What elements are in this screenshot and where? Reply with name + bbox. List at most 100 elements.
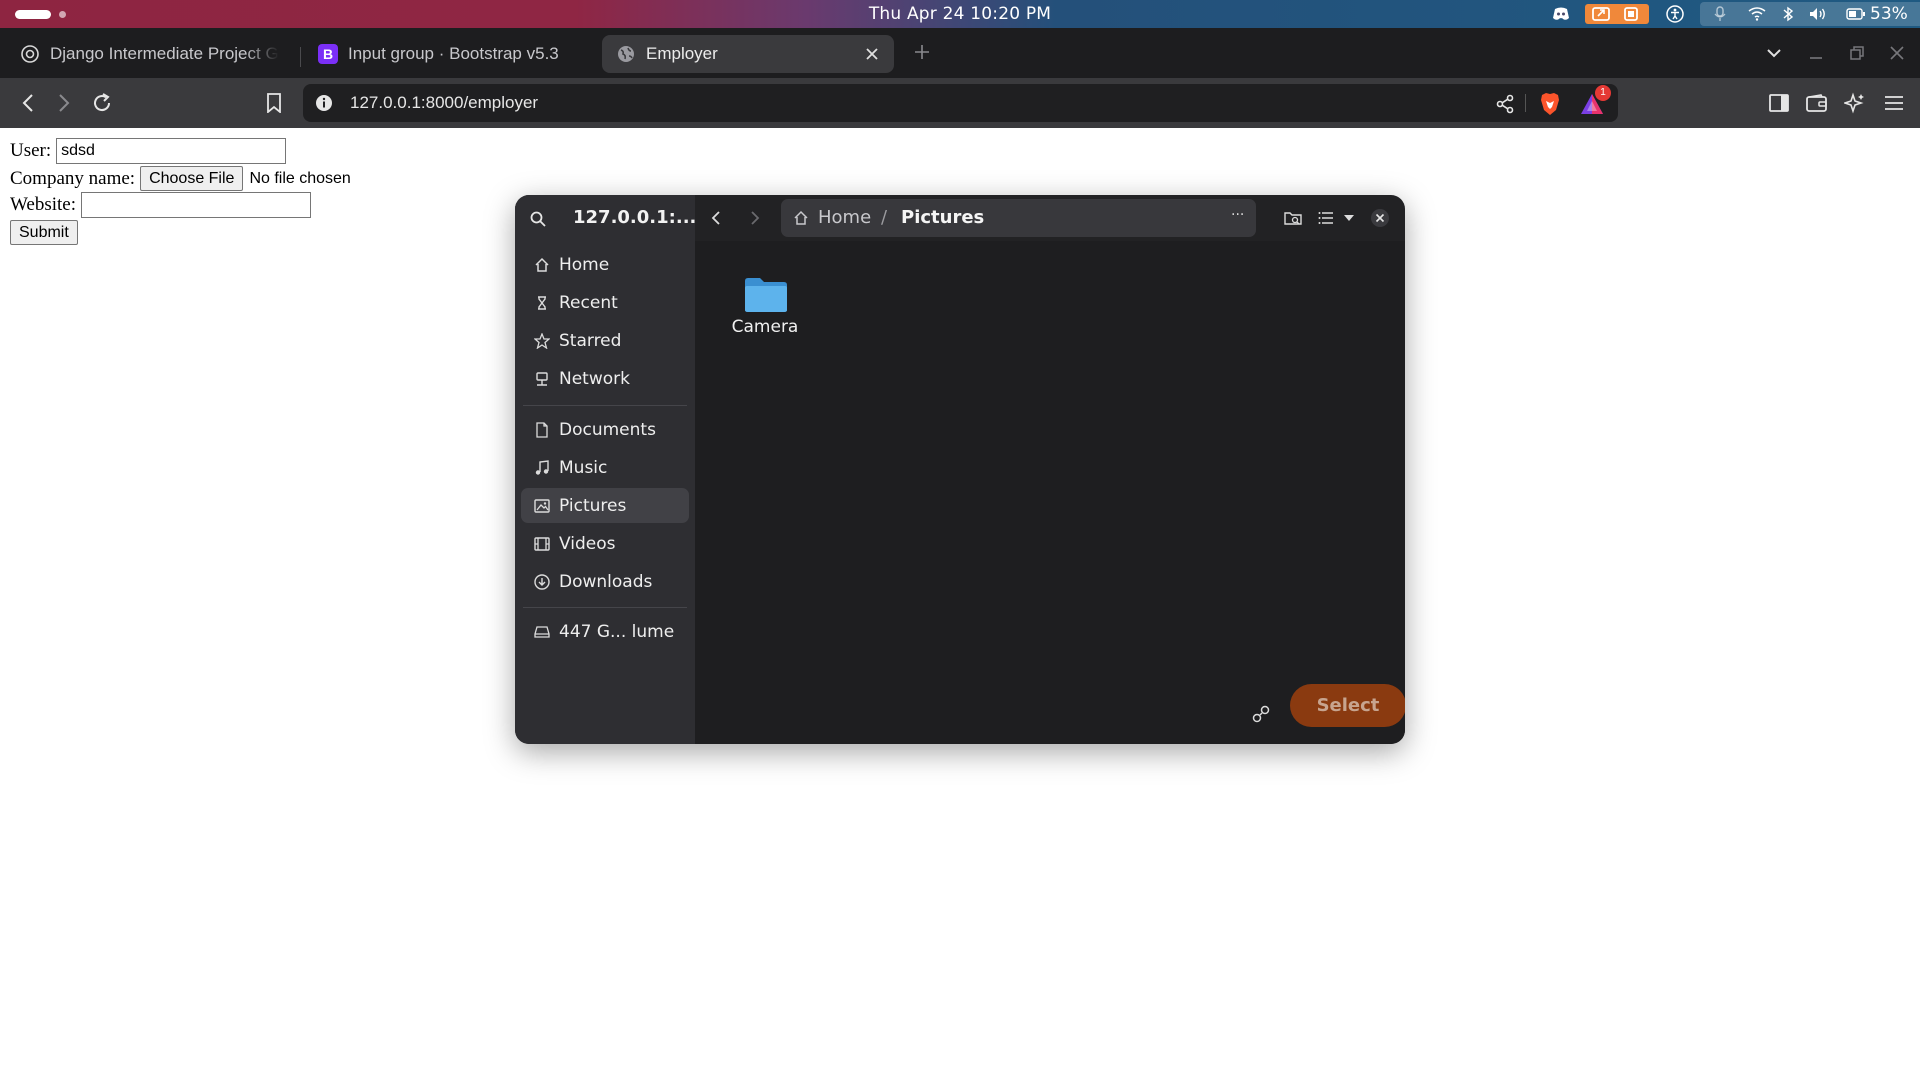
- dialog-title: 127.0.0.1:...: [573, 207, 697, 228]
- forward-icon[interactable]: [744, 207, 766, 229]
- file-name: Camera: [731, 317, 799, 337]
- folder-icon: [745, 278, 787, 312]
- forward-icon[interactable]: [52, 91, 76, 115]
- os-top-bar: Thu Apr 24 10:20 PM 53%: [0, 0, 1920, 28]
- wifi-icon: [1748, 7, 1766, 21]
- sidebar-item-label: Videos: [559, 533, 616, 554]
- recent-icon: [533, 294, 551, 312]
- wallet-icon[interactable]: [1805, 91, 1829, 115]
- sidebar-item-label: Recent: [559, 292, 618, 313]
- tab-separator: [300, 47, 301, 67]
- bookmark-icon[interactable]: [262, 91, 286, 115]
- sidebar-item-music[interactable]: Music: [521, 450, 689, 485]
- sidebar-item-recent[interactable]: Recent: [521, 285, 689, 320]
- notification-badge: 1: [1595, 85, 1611, 101]
- link-icon[interactable]: [1250, 703, 1272, 725]
- drive-icon: [533, 623, 551, 641]
- search-icon[interactable]: [529, 210, 547, 228]
- submit-button[interactable]: Submit: [10, 220, 78, 245]
- dialog-footer: Select: [695, 681, 1405, 744]
- document-icon: [533, 421, 551, 439]
- company-name-label: Company name:: [10, 167, 136, 189]
- download-icon: [533, 573, 551, 591]
- list-view-icon[interactable]: [1315, 207, 1337, 229]
- brave-shields-icon[interactable]: [1539, 92, 1561, 116]
- sidebar-item-network[interactable]: Network: [521, 361, 689, 396]
- star-icon: [533, 332, 551, 350]
- more-options-button[interactable]: ···: [1231, 207, 1244, 223]
- sidebar-divider: [523, 607, 687, 608]
- sidebar-toggle-icon[interactable]: [1767, 91, 1791, 115]
- minimize-icon[interactable]: [1806, 43, 1826, 63]
- close-tab-icon[interactable]: [862, 44, 882, 64]
- leo-ai-icon[interactable]: [1843, 91, 1867, 115]
- sidebar-item-documents[interactable]: Documents: [521, 412, 689, 447]
- website-label: Website:: [10, 194, 77, 215]
- places-sidebar: 127.0.0.1:... Home Recent Starred Networ…: [515, 195, 697, 744]
- accessibility-icon[interactable]: [1664, 4, 1686, 24]
- new-tab-icon[interactable]: [912, 42, 932, 62]
- address-bar[interactable]: 127.0.0.1:8000/employer 1: [303, 84, 1618, 122]
- website-input[interactable]: [81, 192, 312, 218]
- sidebar-item-label: Pictures: [559, 495, 627, 516]
- file-list: Camera: [695, 241, 1405, 681]
- sidebar-item-pictures[interactable]: Pictures: [521, 488, 689, 523]
- sidebar-item-label: 447 G... lume: [559, 621, 675, 642]
- tab-list-chevron-down-icon[interactable]: [1764, 43, 1784, 63]
- video-icon: [533, 535, 551, 553]
- url-text[interactable]: 127.0.0.1:8000/employer: [350, 93, 538, 113]
- dialog-header: Home / Pictures ···: [695, 195, 1405, 241]
- user-label: User:: [10, 140, 52, 161]
- music-icon: [533, 459, 551, 477]
- tab-label: Input group · Bootstrap v5.3: [348, 44, 559, 63]
- company-row: Company name: Choose File No file chosen: [10, 166, 351, 191]
- sidebar-item-label: Network: [559, 368, 630, 389]
- share-icon[interactable]: [1495, 94, 1515, 114]
- path-home-button[interactable]: Home: [818, 207, 871, 228]
- microphone-icon: [1714, 6, 1726, 21]
- screen-recording-indicator[interactable]: [1585, 4, 1649, 24]
- sidebar-item-volume[interactable]: 447 G... lume: [521, 614, 689, 649]
- path-current-button[interactable]: Pictures: [901, 207, 984, 228]
- tab-django-project[interactable]: Django Intermediate Project G: [20, 35, 285, 73]
- sidebar-item-label: Documents: [559, 419, 656, 440]
- file-status-text: No file chosen: [249, 169, 351, 187]
- back-icon[interactable]: [705, 207, 727, 229]
- select-button[interactable]: Select: [1290, 684, 1405, 727]
- reload-icon[interactable]: [90, 91, 114, 115]
- path-separator: /: [881, 207, 888, 228]
- website-row: Website:: [10, 192, 312, 218]
- bluetooth-icon: [1783, 6, 1794, 22]
- view-options-chevron-down-icon[interactable]: [1338, 207, 1360, 229]
- battery-percentage: 53%: [1870, 4, 1908, 24]
- svg-text:B: B: [323, 46, 333, 62]
- sidebar-item-home[interactable]: Home: [521, 247, 689, 282]
- network-icon: [533, 370, 551, 388]
- close-window-icon[interactable]: [1887, 43, 1907, 63]
- sidebar-divider: [523, 405, 687, 406]
- close-icon[interactable]: [1369, 207, 1391, 229]
- openai-icon: [20, 44, 40, 64]
- bootstrap-icon: B: [318, 44, 338, 64]
- sidebar-item-label: Downloads: [559, 571, 653, 592]
- user-input[interactable]: [56, 138, 287, 164]
- menu-icon[interactable]: [1882, 91, 1906, 115]
- sidebar-item-downloads[interactable]: Downloads: [521, 564, 689, 599]
- discord-icon[interactable]: [1550, 4, 1572, 24]
- tab-bootstrap-input-group[interactable]: B Input group · Bootstrap v5.3: [318, 35, 588, 73]
- home-icon: [533, 256, 551, 274]
- sidebar-item-label: Starred: [559, 330, 622, 351]
- back-icon[interactable]: [16, 91, 40, 115]
- restore-icon[interactable]: [1847, 43, 1867, 63]
- sidebar-item-videos[interactable]: Videos: [521, 526, 689, 561]
- tab-label: Django Intermediate Project G: [50, 44, 279, 63]
- folder-item[interactable]: Camera: [725, 265, 805, 345]
- site-info-icon[interactable]: [315, 94, 333, 112]
- tab-employer[interactable]: Employer: [602, 35, 894, 73]
- sidebar-item-starred[interactable]: Starred: [521, 323, 689, 358]
- path-bar: Home / Pictures ···: [781, 199, 1256, 237]
- file-chooser-dialog: 127.0.0.1:... Home Recent Starred Networ…: [515, 195, 1405, 744]
- choose-file-button[interactable]: Choose File: [140, 166, 244, 191]
- divider: [1525, 94, 1526, 112]
- new-folder-icon[interactable]: [1282, 207, 1304, 229]
